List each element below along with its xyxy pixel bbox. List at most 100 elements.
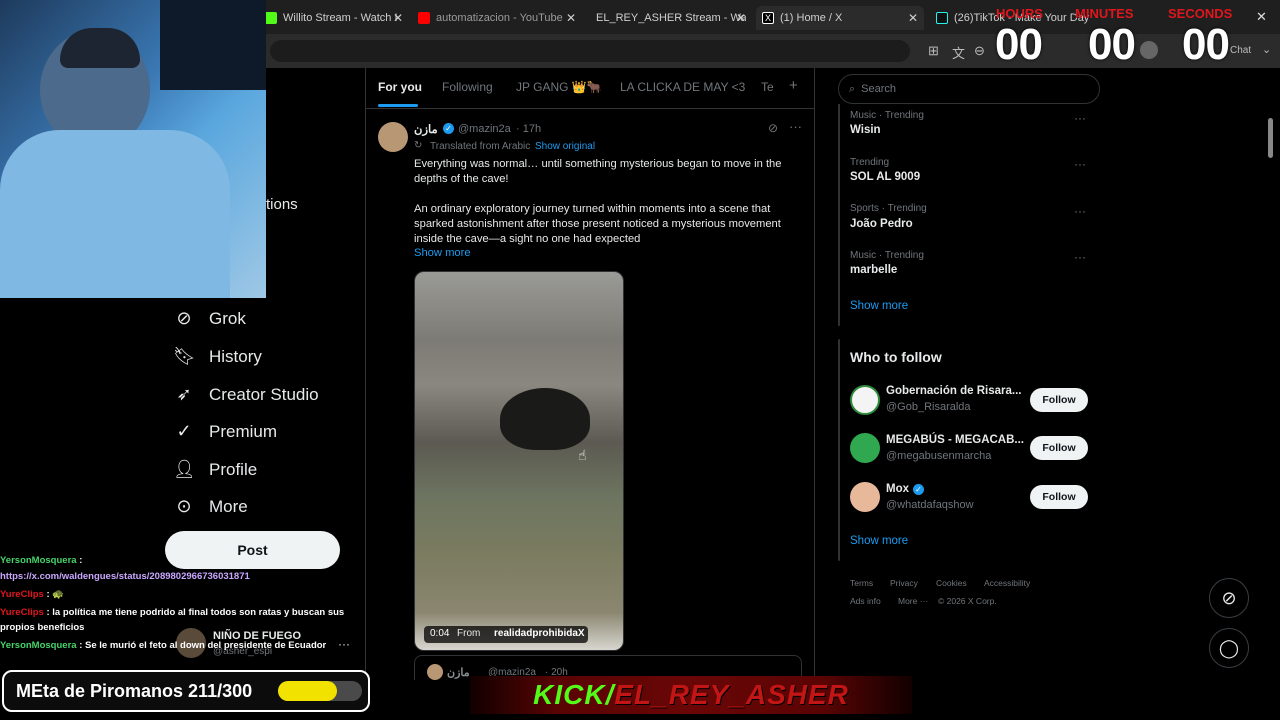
footer-more[interactable]: More ··· (898, 596, 928, 606)
messages-fab-icon[interactable]: ◯ (1209, 628, 1249, 668)
tab-jp-gang[interactable]: JP GANG 👑🐂 (516, 80, 602, 94)
tweet-avatar[interactable] (378, 122, 408, 152)
video-time: 0:04 (430, 628, 450, 639)
trend-name[interactable]: João Pedro (850, 218, 913, 230)
more-circle-icon: ⊙ (176, 496, 192, 516)
search-placeholder: Search (861, 83, 897, 95)
wtf-avatar[interactable] (850, 482, 880, 512)
chevron-down-icon[interactable]: ⌄ (1262, 43, 1271, 56)
footer-privacy[interactable]: Privacy (890, 578, 918, 588)
trend-category: Music · Trending (850, 110, 924, 121)
scrollbar-thumb[interactable] (1268, 118, 1273, 158)
wtf-name[interactable]: Gobernación de Risara... (886, 385, 1021, 397)
chat-message: propios beneficios (0, 622, 84, 633)
add-tab-icon[interactable]: + (789, 77, 798, 94)
trends-show-more[interactable]: Show more (850, 300, 908, 312)
chat-user: YersonMosquera (0, 640, 77, 651)
trends-panel (838, 104, 840, 326)
address-field[interactable] (270, 40, 910, 62)
tweet-author[interactable]: مازن (414, 122, 438, 136)
verified-badge-icon: ✓ (443, 123, 454, 134)
tiktok-favicon-icon (936, 12, 948, 24)
tab-youtube[interactable]: automatizacion - YouTube ✕ (418, 6, 576, 30)
close-icon[interactable]: ✕ (393, 11, 403, 25)
tab-following[interactable]: Following (442, 80, 493, 94)
sidebar-item-label: History (209, 346, 262, 366)
show-more-link[interactable]: Show more (414, 247, 471, 259)
kick-channel-name: EL_REY_ASHER (614, 679, 849, 710)
chair-back (160, 0, 266, 90)
trend-category: Sports · Trending (850, 203, 927, 214)
chat-text: : la política me tiene podrido al final … (46, 607, 345, 618)
sidebar-partial-label: tions (266, 196, 298, 213)
tab-la-clicka[interactable]: LA CLICKA DE MAY <3 (620, 80, 745, 94)
next-tweet-avatar[interactable] (427, 664, 443, 680)
sidebar-item-label: More (209, 496, 248, 516)
tweet-more-icon[interactable]: ··· (789, 119, 802, 134)
tweet-time: · 17h (516, 123, 542, 135)
follow-button[interactable]: Follow (1030, 436, 1088, 460)
tweet-paragraph-2: An ordinary exploratory journey turned w… (414, 203, 781, 245)
wtf-avatar[interactable] (850, 433, 880, 463)
tweet-handle[interactable]: @mazin2a (458, 123, 511, 135)
trend-more-icon[interactable]: ··· (1074, 250, 1086, 264)
trend-more-icon[interactable]: ··· (1074, 157, 1086, 171)
post-button[interactable]: Post (165, 531, 340, 569)
tab-label: Willito Stream - Watch I (283, 12, 398, 24)
chat-text: : Se le murió el feto al down del presid… (79, 640, 327, 651)
apps-icon[interactable]: ⊞ (928, 43, 939, 59)
search-input[interactable]: ⌕ Search (838, 74, 1100, 104)
grok-action-icon[interactable]: ⊘ (768, 121, 778, 135)
wtf-name[interactable]: Mox (886, 483, 909, 495)
close-icon[interactable]: ✕ (908, 11, 918, 25)
grok-fab-icon[interactable]: ⊘ (1209, 578, 1249, 618)
footer-cookies[interactable]: Cookies (936, 578, 967, 588)
tab-x-home[interactable]: X (1) Home / X ✕ (756, 6, 924, 30)
who-to-follow-title: Who to follow (850, 349, 942, 365)
zoom-icon[interactable]: ⊖ (974, 43, 985, 59)
chat-button[interactable]: Chat (1230, 45, 1251, 56)
footer-ads-info[interactable]: Ads info (850, 596, 881, 606)
sidebar-item-history[interactable]: 🔖︎ History (173, 346, 262, 367)
sidebar-item-more[interactable]: ⊙ More (173, 496, 248, 517)
chat-user: YersonMosquera (0, 555, 77, 566)
follow-show-more[interactable]: Show more (850, 535, 908, 547)
trend-name[interactable]: Wisin (850, 124, 881, 136)
show-original-link[interactable]: Show original (535, 141, 595, 152)
next-tweet-author: مازن (447, 667, 470, 679)
account-more-icon[interactable]: ··· (338, 637, 350, 651)
trend-more-icon[interactable]: ··· (1074, 204, 1086, 218)
tab-willito[interactable]: Willito Stream - Watch I ✕ (265, 6, 403, 30)
follow-button[interactable]: Follow (1030, 388, 1088, 412)
sidebar-item-creator-studio[interactable]: ➶ Creator Studio (173, 384, 318, 405)
footer-accessibility[interactable]: Accessibility (984, 578, 1030, 588)
tab-partial[interactable]: Te (761, 80, 774, 94)
trend-more-icon[interactable]: ··· (1074, 111, 1086, 125)
sidebar-item-premium[interactable]: ✓ Premium (173, 421, 277, 442)
window-close-icon[interactable]: ✕ (1256, 9, 1267, 25)
wtf-avatar[interactable] (850, 385, 880, 415)
video-source[interactable]: realidadprohibidaX (494, 628, 585, 639)
translate-icon[interactable]: 文 (952, 43, 965, 62)
profile-avatar-icon[interactable] (1140, 41, 1158, 59)
chat-link[interactable]: https://x.com/waldengues/status/20898029… (0, 571, 250, 582)
youtube-favicon-icon (418, 12, 430, 24)
chat-text: : 🐢 (46, 589, 65, 600)
streamer-hair (60, 28, 140, 68)
trend-name[interactable]: SOL AL 9009 (850, 171, 920, 183)
tab-el-rey-asher[interactable]: EL_REY_ASHER Stream - Watc ✕ (590, 6, 746, 30)
tab-for-you[interactable]: For you (378, 80, 422, 94)
sidebar-item-profile[interactable]: 👤︎ Profile (173, 459, 257, 480)
close-icon[interactable]: ✕ (736, 11, 746, 25)
trend-name[interactable]: marbelle (850, 264, 897, 276)
tweet-video[interactable] (414, 271, 624, 651)
trend-category: Music · Trending (850, 250, 924, 261)
tweet-paragraph-1: Everything was normal… until something m… (414, 158, 782, 185)
scrollbar[interactable] (1266, 118, 1274, 678)
follow-button[interactable]: Follow (1030, 485, 1088, 509)
close-icon[interactable]: ✕ (566, 11, 576, 25)
sidebar-item-grok[interactable]: ⊘ Grok (173, 308, 245, 329)
timer-seconds-label: SECONDS (1168, 6, 1233, 21)
wtf-name[interactable]: MEGABÚS - MEGACAB... (886, 434, 1024, 446)
footer-terms[interactable]: Terms (850, 578, 873, 588)
